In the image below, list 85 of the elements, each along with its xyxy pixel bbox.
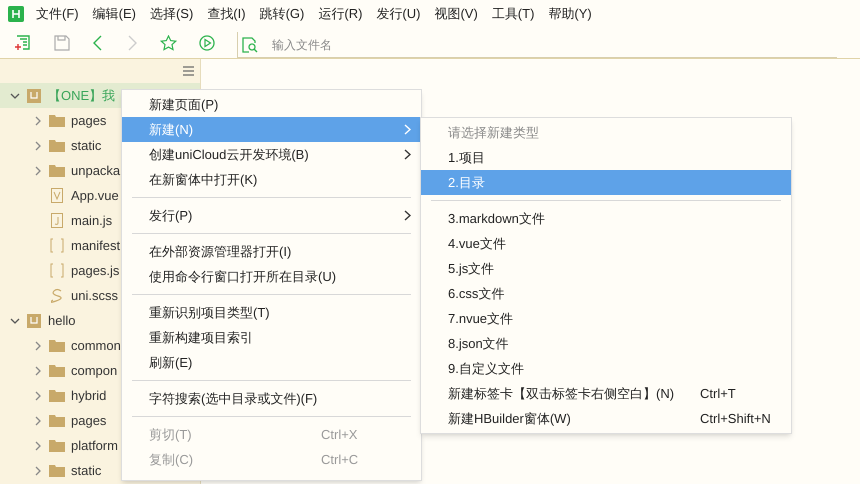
context-menu-item[interactable]: 在外部资源管理器打开(I): [122, 239, 421, 264]
context-menu-item[interactable]: 重新识别项目类型(T): [122, 300, 421, 325]
folder-icon: [49, 439, 65, 452]
chevron-right-icon[interactable]: [33, 466, 43, 476]
tree-label: App.vue: [71, 186, 119, 205]
tree-label: manifest: [71, 236, 120, 255]
submenu-item[interactable]: 8.json文件: [421, 331, 791, 356]
context-menu-item[interactable]: 创建uniCloud云开发环境(B): [122, 142, 421, 167]
folder-icon: [49, 139, 65, 152]
submenu-item[interactable]: 5.js文件: [421, 256, 791, 281]
tree-label: pages.js: [71, 262, 120, 280]
submenu-item[interactable]: 4.vue文件: [421, 231, 791, 256]
folder-icon: [49, 364, 65, 377]
submenu-item[interactable]: 7.nvue文件: [421, 306, 791, 331]
chevron-right-icon: [404, 210, 411, 221]
tree-label: common: [71, 336, 121, 355]
chevron-right-icon[interactable]: [33, 440, 43, 450]
menu-bar-item[interactable]: 选择(S): [150, 4, 194, 24]
chevron-right-icon: [404, 124, 411, 135]
submenu-header: 请选择新建类型: [447, 124, 540, 142]
tree-label: hello: [48, 312, 76, 330]
menu-bar-item[interactable]: 工具(T): [492, 4, 534, 24]
folder-icon: [49, 464, 65, 477]
file-j-icon: [51, 213, 63, 228]
context-menu-item[interactable]: 重新构建项目索引: [122, 325, 421, 350]
folder-icon: [49, 389, 65, 402]
submenu-item[interactable]: 新建标签卡【双击标签卡右侧空白】(N) Ctrl+T: [421, 381, 791, 406]
star-icon[interactable]: [160, 34, 177, 52]
chevron-right-icon[interactable]: [33, 166, 43, 176]
submenu-item[interactable]: 1.项目: [421, 145, 791, 170]
chevron-right-icon[interactable]: [33, 366, 43, 376]
chevron-right-icon[interactable]: [33, 140, 43, 150]
context-menu-item[interactable]: 刷新(E): [122, 350, 421, 375]
chevron-down-icon[interactable]: [10, 90, 20, 100]
menu-icon[interactable]: [183, 66, 194, 76]
chevron-right-icon[interactable]: [33, 340, 43, 350]
chevron-right-icon: [404, 149, 411, 160]
save-icon[interactable]: [54, 35, 70, 51]
context-menu-item[interactable]: 发行(P): [122, 203, 421, 228]
context-menu-item[interactable]: 字符搜索(选中目录或文件)(F): [122, 386, 421, 411]
submenu-item[interactable]: 9.自定义文件: [421, 356, 791, 381]
play-icon[interactable]: [199, 35, 215, 51]
file-search-field[interactable]: 输入文件名: [272, 36, 572, 54]
menu-bar-item[interactable]: 查找(I): [207, 4, 246, 24]
brackets-icon: [50, 263, 64, 278]
tree-label: static: [71, 136, 102, 155]
folder-icon: [49, 339, 65, 352]
back-icon[interactable]: [92, 35, 104, 51]
menu-bar-item[interactable]: 视图(V): [434, 4, 478, 24]
tree-label: pages: [71, 112, 106, 130]
submenu-item[interactable]: 6.css文件: [421, 281, 791, 306]
menu-bar-item[interactable]: 帮助(Y): [548, 4, 592, 24]
folder-icon: [49, 414, 65, 427]
squiggle-icon: [50, 288, 64, 303]
context-menu-item[interactable]: 在新窗体中打开(K): [122, 167, 421, 192]
new-file-icon[interactable]: [14, 34, 32, 52]
folder-icon: [49, 164, 65, 177]
app-logo-icon: [8, 6, 24, 22]
menu-bar-item[interactable]: 文件(F): [36, 4, 79, 24]
brackets-icon: [50, 238, 64, 253]
project-icon: [27, 314, 41, 328]
submenu-item[interactable]: 3.markdown文件: [421, 206, 791, 231]
tree-label: compon: [71, 362, 118, 380]
tree-label: pages: [71, 412, 106, 430]
chevron-right-icon[interactable]: [33, 116, 43, 126]
file-search-icon: [242, 36, 258, 52]
folder-icon: [49, 114, 65, 127]
tree-label: main.js: [71, 212, 112, 230]
submenu-item[interactable]: 新建HBuilder窗体(W) Ctrl+Shift+N: [421, 406, 791, 431]
tree-label: uni.scss: [71, 286, 118, 305]
tree-label: platform: [71, 436, 118, 455]
menu-bar-item[interactable]: 发行(U): [376, 4, 420, 24]
tree-label: hybrid: [71, 386, 106, 405]
chevron-right-icon[interactable]: [33, 416, 43, 426]
file-v-icon: [51, 188, 63, 203]
menu-bar-item[interactable]: 运行(R): [318, 4, 362, 24]
project-icon: [27, 88, 41, 102]
chevron-down-icon[interactable]: [10, 316, 20, 326]
tree-label: static: [71, 462, 102, 480]
menu-bar-item[interactable]: 跳转(G): [260, 4, 304, 24]
menu-bar-item[interactable]: 编辑(E): [92, 4, 136, 24]
context-menu-item[interactable]: 使用命令行窗口打开所在目录(U): [122, 264, 421, 289]
tree-label: 【ONE】我: [48, 86, 116, 105]
chevron-right-icon[interactable]: [33, 390, 43, 400]
tree-label: unpacka: [71, 162, 120, 180]
